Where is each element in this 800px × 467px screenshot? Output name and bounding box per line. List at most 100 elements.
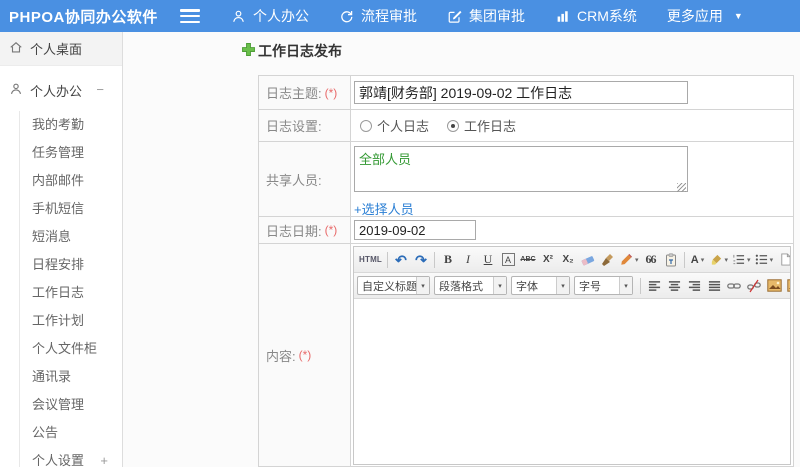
caret-down-icon: ▾ bbox=[619, 277, 632, 294]
sidebar-item-attendance[interactable]: 我的考勤 bbox=[20, 111, 122, 139]
bullet-list-icon bbox=[755, 253, 768, 266]
paragraph-format-select[interactable]: 段落格式 ▾ bbox=[434, 276, 507, 295]
remove-format-eraser-button[interactable] bbox=[578, 250, 598, 270]
strikethrough-button[interactable]: ABC bbox=[518, 250, 538, 270]
sidebar-item-file-cabinet[interactable]: 个人文件柜 bbox=[20, 335, 122, 363]
blockquote-button[interactable]: 66 bbox=[641, 250, 661, 270]
font-color-button[interactable]: A ▾ bbox=[688, 250, 708, 270]
format-cleaner-broom-button[interactable] bbox=[598, 250, 618, 270]
html-source-button[interactable]: HTML bbox=[357, 250, 384, 270]
heading-style-select[interactable]: 自定义标题 ▾ bbox=[357, 276, 430, 295]
align-justify-icon bbox=[708, 280, 721, 292]
form-row-date: 日志日期: (*) bbox=[258, 217, 794, 244]
shared-people-textarea[interactable]: 全部人员 bbox=[354, 146, 688, 192]
caret-down-icon: ▾ bbox=[493, 277, 506, 294]
align-left-icon bbox=[648, 280, 661, 292]
font-family-select[interactable]: 字体 ▾ bbox=[511, 276, 570, 295]
edit-icon bbox=[447, 9, 462, 24]
sidebar-item-mail[interactable]: 内部邮件 bbox=[20, 167, 122, 195]
required-marker: (*) bbox=[324, 223, 338, 237]
setting-label: 日志设置: bbox=[259, 110, 351, 141]
paste-button[interactable] bbox=[661, 250, 681, 270]
new-document-button[interactable] bbox=[775, 250, 790, 270]
required-marker: (*) bbox=[298, 348, 312, 362]
editor-toolbar-row1: HTML ↶ ↷ B I U A ABC X² X₂ ▾ 66 A ▾ ▾ ▾ … bbox=[354, 247, 790, 273]
nav-more-apps[interactable]: 更多应用 ▼ bbox=[652, 0, 758, 32]
collapse-icon[interactable]: − bbox=[96, 75, 104, 105]
radio-label: 个人日志 bbox=[377, 119, 430, 134]
sidebar-item-meetings[interactable]: 会议管理 bbox=[20, 391, 122, 419]
sidebar-item-messages[interactable]: 短消息 bbox=[20, 223, 122, 251]
editor-content-area[interactable] bbox=[354, 299, 790, 464]
unordered-list-button[interactable]: ▾ bbox=[753, 250, 776, 270]
align-center-icon bbox=[668, 280, 681, 292]
caret-down-icon: ▾ bbox=[416, 277, 429, 294]
sidebar-item-work-plan[interactable]: 工作计划 bbox=[20, 307, 122, 335]
radio-personal-log[interactable]: 个人日志 bbox=[360, 116, 429, 135]
log-date-input[interactable] bbox=[354, 220, 476, 240]
sidebar-item-contacts[interactable]: 通讯录 bbox=[20, 363, 122, 391]
radio-work-log[interactable]: 工作日志 bbox=[447, 116, 516, 135]
image-icon bbox=[766, 279, 782, 292]
insert-link-button[interactable] bbox=[724, 276, 744, 296]
sidebar-submenu: 我的考勤 任务管理 内部邮件 手机短信 短消息 日程安排 工作日志 工作计划 个… bbox=[19, 111, 122, 467]
highlight-color-button[interactable]: ▾ bbox=[708, 250, 731, 270]
nav-personal-office[interactable]: 个人办公 bbox=[216, 0, 324, 32]
page-title-text: 工作日志发布 bbox=[258, 43, 342, 59]
subscript-button[interactable]: X₂ bbox=[558, 250, 578, 270]
work-log-form: 日志主题: (*) 日志设置: 个人日志 工作日志 bbox=[258, 75, 794, 467]
align-right-icon bbox=[688, 280, 701, 292]
radio-icon[interactable] bbox=[360, 119, 372, 132]
select-people-link[interactable]: +选择人员 bbox=[354, 199, 414, 218]
bold-button[interactable]: B bbox=[438, 250, 458, 270]
link-icon bbox=[727, 279, 741, 293]
toolbar-separator bbox=[640, 277, 641, 294]
undo-button[interactable]: ↶ bbox=[391, 250, 411, 270]
page-title: 工作日志发布 bbox=[242, 41, 342, 61]
date-label: 日志日期: (*) bbox=[259, 217, 351, 243]
align-center-button[interactable] bbox=[664, 276, 684, 296]
underline-button[interactable]: U bbox=[478, 250, 498, 270]
caret-down-icon: ▼ bbox=[733, 11, 743, 21]
sidebar-item-schedule[interactable]: 日程安排 bbox=[20, 251, 122, 279]
sidebar: 个人桌面 个人办公 − 我的考勤 任务管理 内部邮件 手机短信 短消息 日程安排… bbox=[0, 32, 123, 467]
color-pencil-button[interactable]: ▾ bbox=[618, 250, 641, 270]
italic-button[interactable]: I bbox=[458, 250, 478, 270]
top-nav-menu: 个人办公 流程审批 集团审批 CRM系统 更多应用 ▼ bbox=[216, 0, 758, 32]
ordered-list-button[interactable]: ▾ bbox=[730, 250, 753, 270]
superscript-button[interactable]: X² bbox=[538, 250, 558, 270]
sidebar-item-announcements[interactable]: 公告 bbox=[20, 419, 122, 447]
caret-down-icon: ▾ bbox=[556, 277, 569, 294]
sidebar-item-work-log[interactable]: 工作日志 bbox=[20, 279, 122, 307]
sidebar-item-tasks[interactable]: 任务管理 bbox=[20, 139, 122, 167]
process-icon bbox=[339, 9, 354, 24]
insert-image-icon bbox=[786, 278, 790, 293]
align-justify-button[interactable] bbox=[704, 276, 724, 296]
nav-crm-system[interactable]: CRM系统 bbox=[540, 0, 652, 32]
sidebar-item-label: 个人桌面 bbox=[30, 42, 83, 57]
remove-link-button[interactable] bbox=[744, 276, 764, 296]
caret-down-icon: ▾ bbox=[635, 256, 639, 264]
form-row-subject: 日志主题: (*) bbox=[258, 75, 794, 110]
nav-group-approval[interactable]: 集团审批 bbox=[432, 0, 540, 32]
menu-icon[interactable] bbox=[180, 9, 200, 23]
sidebar-item-label: 个人办公 bbox=[30, 83, 83, 99]
align-left-button[interactable] bbox=[644, 276, 664, 296]
sidebar-item-desktop[interactable]: 个人桌面 bbox=[0, 32, 122, 66]
insert-image-button[interactable] bbox=[784, 276, 790, 296]
highlighter-icon bbox=[710, 253, 723, 266]
redo-button[interactable]: ↷ bbox=[411, 250, 431, 270]
content-label: 内容: (*) bbox=[259, 244, 351, 466]
nav-process-approval[interactable]: 流程审批 bbox=[324, 0, 432, 32]
radio-icon[interactable] bbox=[447, 119, 460, 132]
image-button[interactable] bbox=[764, 276, 784, 296]
sidebar-item-sms[interactable]: 手机短信 bbox=[20, 195, 122, 223]
align-right-button[interactable] bbox=[684, 276, 704, 296]
sidebar-section-personal-office[interactable]: 个人办公 − bbox=[0, 75, 122, 105]
radio-label: 工作日志 bbox=[464, 119, 517, 134]
sidebar-item-settings[interactable]: 个人设置 + bbox=[20, 447, 122, 467]
subject-input[interactable] bbox=[354, 81, 688, 104]
font-size-select[interactable]: 字号 ▾ bbox=[574, 276, 633, 295]
font-style-button[interactable]: A bbox=[498, 250, 518, 270]
expand-icon[interactable]: + bbox=[100, 447, 108, 467]
